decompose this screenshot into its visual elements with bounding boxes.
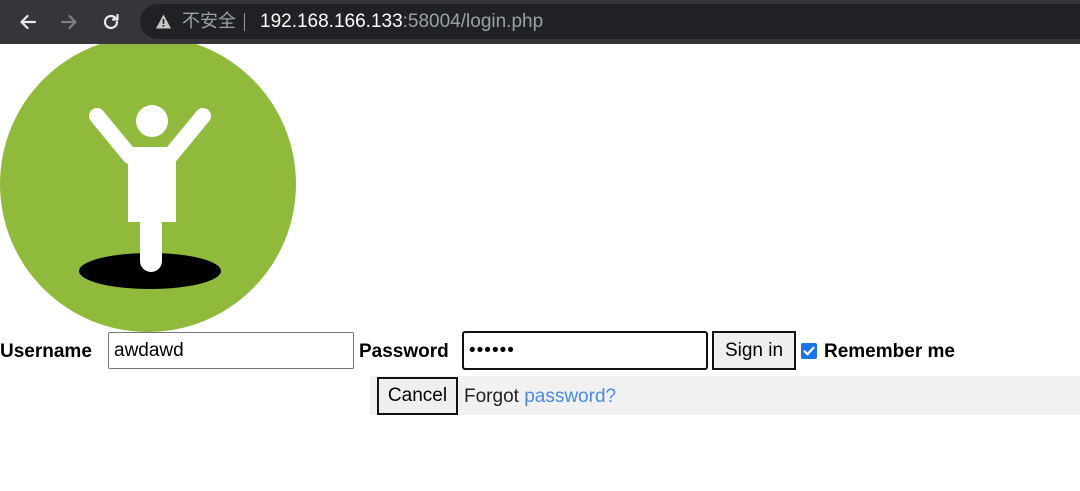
cancel-bar: Cancel Forgot password? (370, 376, 1080, 415)
warning-triangle-icon[interactable] (155, 13, 172, 30)
remember-me-checkbox[interactable] (801, 343, 817, 359)
username-input[interactable] (108, 332, 354, 369)
reload-button[interactable] (97, 8, 125, 36)
forward-button[interactable] (55, 8, 83, 36)
browser-toolbar: 不安全 192.168.166.133:58004/login.php (0, 0, 1080, 44)
arrow-right-icon (60, 14, 77, 30)
password-label: Password (359, 341, 449, 362)
url-path: :58004/login.php (402, 11, 544, 32)
forgot-password-text: Forgot password? (464, 386, 616, 408)
back-button[interactable] (14, 8, 42, 36)
address-bar[interactable]: 不安全 192.168.166.133:58004/login.php (140, 4, 1080, 39)
checkmark-icon (803, 346, 815, 356)
security-status-label[interactable]: 不安全 (182, 4, 236, 39)
password-input[interactable] (462, 331, 708, 370)
reload-icon (103, 13, 119, 30)
arrow-left-icon (20, 14, 37, 30)
url-text[interactable]: 192.168.166.133:58004/login.php (260, 4, 543, 39)
url-host: 192.168.166.133 (260, 11, 403, 32)
forgot-prefix: Forgot (464, 386, 519, 407)
sign-in-button[interactable]: Sign in (712, 331, 796, 370)
person-emerging-from-hole-icon (0, 36, 296, 332)
cancel-button[interactable]: Cancel (377, 377, 458, 415)
site-logo (0, 36, 300, 337)
login-form: Username Password Sign in Remember me (0, 331, 1080, 371)
remember-me-label[interactable]: Remember me (824, 341, 955, 363)
address-divider (244, 13, 245, 31)
forgot-password-link[interactable]: password? (524, 386, 616, 407)
username-label: Username (0, 341, 92, 362)
